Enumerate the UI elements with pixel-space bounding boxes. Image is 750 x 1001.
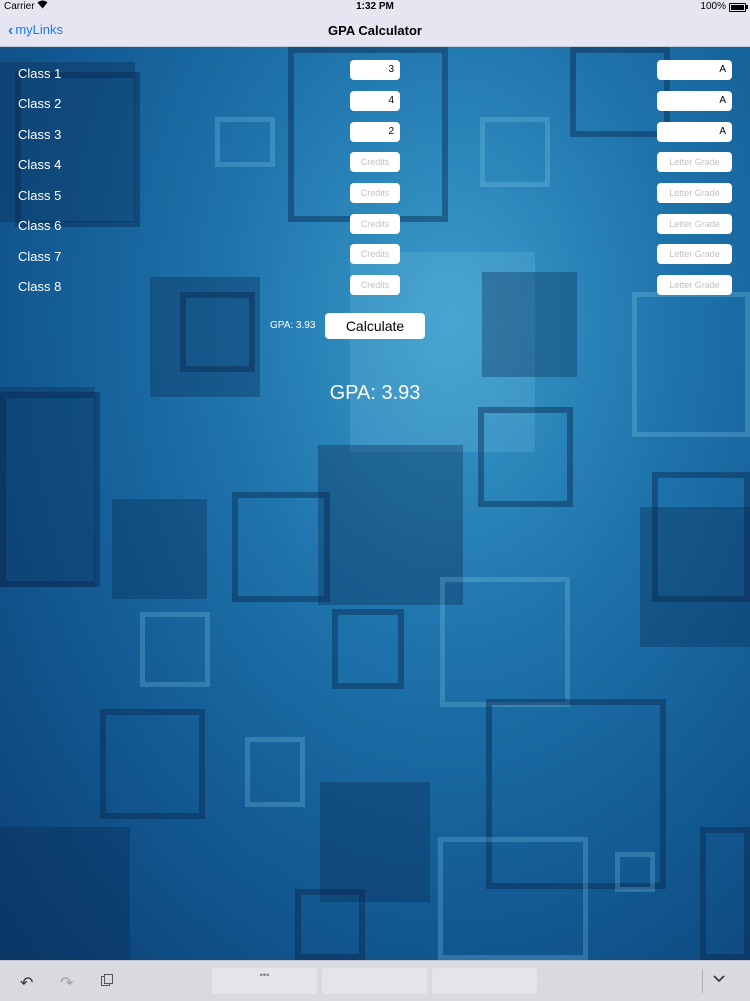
calculate-button[interactable]: Calculate	[325, 313, 425, 339]
bg-square	[440, 577, 570, 707]
class-label-1: Class 1	[18, 66, 62, 81]
bg-square	[0, 392, 100, 587]
grade-input-5[interactable]: Letter Grade	[657, 183, 732, 203]
grade-input-2[interactable]: A	[657, 91, 732, 111]
class-label-8: Class 8	[18, 279, 62, 294]
grade-input-4[interactable]: Letter Grade	[657, 152, 732, 172]
bg-square	[140, 612, 210, 687]
bg-square	[632, 292, 750, 437]
bg-square	[245, 737, 305, 807]
bg-square	[570, 47, 670, 137]
bg-square	[480, 117, 550, 187]
bg-square	[478, 407, 573, 507]
credits-input-8[interactable]: Credits	[350, 275, 400, 295]
bg-square	[215, 117, 275, 167]
gpa-result: GPA: 3.93	[329, 382, 421, 404]
predictive-slot-2[interactable]	[322, 968, 427, 994]
grade-input-3[interactable]: A	[657, 122, 732, 142]
bg-square	[615, 852, 655, 892]
status-bar: Carrier 1:32 PM 100%	[0, 0, 750, 14]
credits-input-4[interactable]: Credits	[350, 152, 400, 172]
bg-square	[180, 292, 255, 372]
bg-square	[438, 837, 588, 960]
credits-input-3[interactable]: 2	[350, 122, 400, 142]
credits-input-6[interactable]: Credits	[350, 214, 400, 234]
main-content: Class 1 3 A Class 2 4 A Class 3 2 A Clas…	[0, 47, 750, 960]
class-label-3: Class 3	[18, 127, 62, 142]
chevron-down-icon[interactable]	[712, 971, 726, 985]
battery-percent: 100%	[700, 1, 726, 12]
paste-icon[interactable]	[100, 973, 114, 992]
toolbar-divider	[702, 969, 703, 993]
status-time: 1:32 PM	[356, 1, 394, 12]
gpa-small-label: GPA: 3.93	[270, 320, 316, 331]
bg-square	[332, 609, 404, 689]
predictive-slot-1[interactable]: •••	[212, 968, 317, 994]
grade-input-6[interactable]: Letter Grade	[657, 214, 732, 234]
slot-dots: •••	[259, 970, 270, 980]
credits-input-5[interactable]: Credits	[350, 183, 400, 203]
grade-input-8[interactable]: Letter Grade	[657, 275, 732, 295]
bg-square	[112, 499, 207, 599]
bg-square	[482, 272, 577, 377]
bg-square	[232, 492, 330, 602]
class-label-2: Class 2	[18, 96, 62, 111]
class-label-7: Class 7	[18, 249, 62, 264]
battery-icon	[729, 3, 746, 12]
grade-input-1[interactable]: A	[657, 60, 732, 80]
bg-square	[100, 709, 205, 819]
undo-icon[interactable]: ↶	[20, 973, 33, 993]
bg-square	[0, 827, 130, 960]
credits-input-7[interactable]: Credits	[350, 244, 400, 264]
class-label-4: Class 4	[18, 157, 62, 172]
keyboard-shortcut-bar: ↶ ↷ •••	[0, 960, 750, 1001]
credits-input-2[interactable]: 4	[350, 91, 400, 111]
credits-input-1[interactable]: 3	[350, 60, 400, 80]
grade-input-7[interactable]: Letter Grade	[657, 244, 732, 264]
bg-square	[320, 782, 430, 902]
class-label-5: Class 5	[18, 188, 62, 203]
navigation-bar: ‹ myLinks GPA Calculator	[0, 14, 750, 47]
bg-square	[295, 889, 365, 960]
bg-square	[640, 507, 750, 647]
page-title: GPA Calculator	[328, 23, 422, 38]
redo-icon[interactable]: ↷	[60, 973, 73, 993]
class-label-6: Class 6	[18, 218, 62, 233]
predictive-slot-3[interactable]	[432, 968, 537, 994]
bg-square	[700, 827, 750, 960]
battery-nub	[746, 5, 748, 9]
